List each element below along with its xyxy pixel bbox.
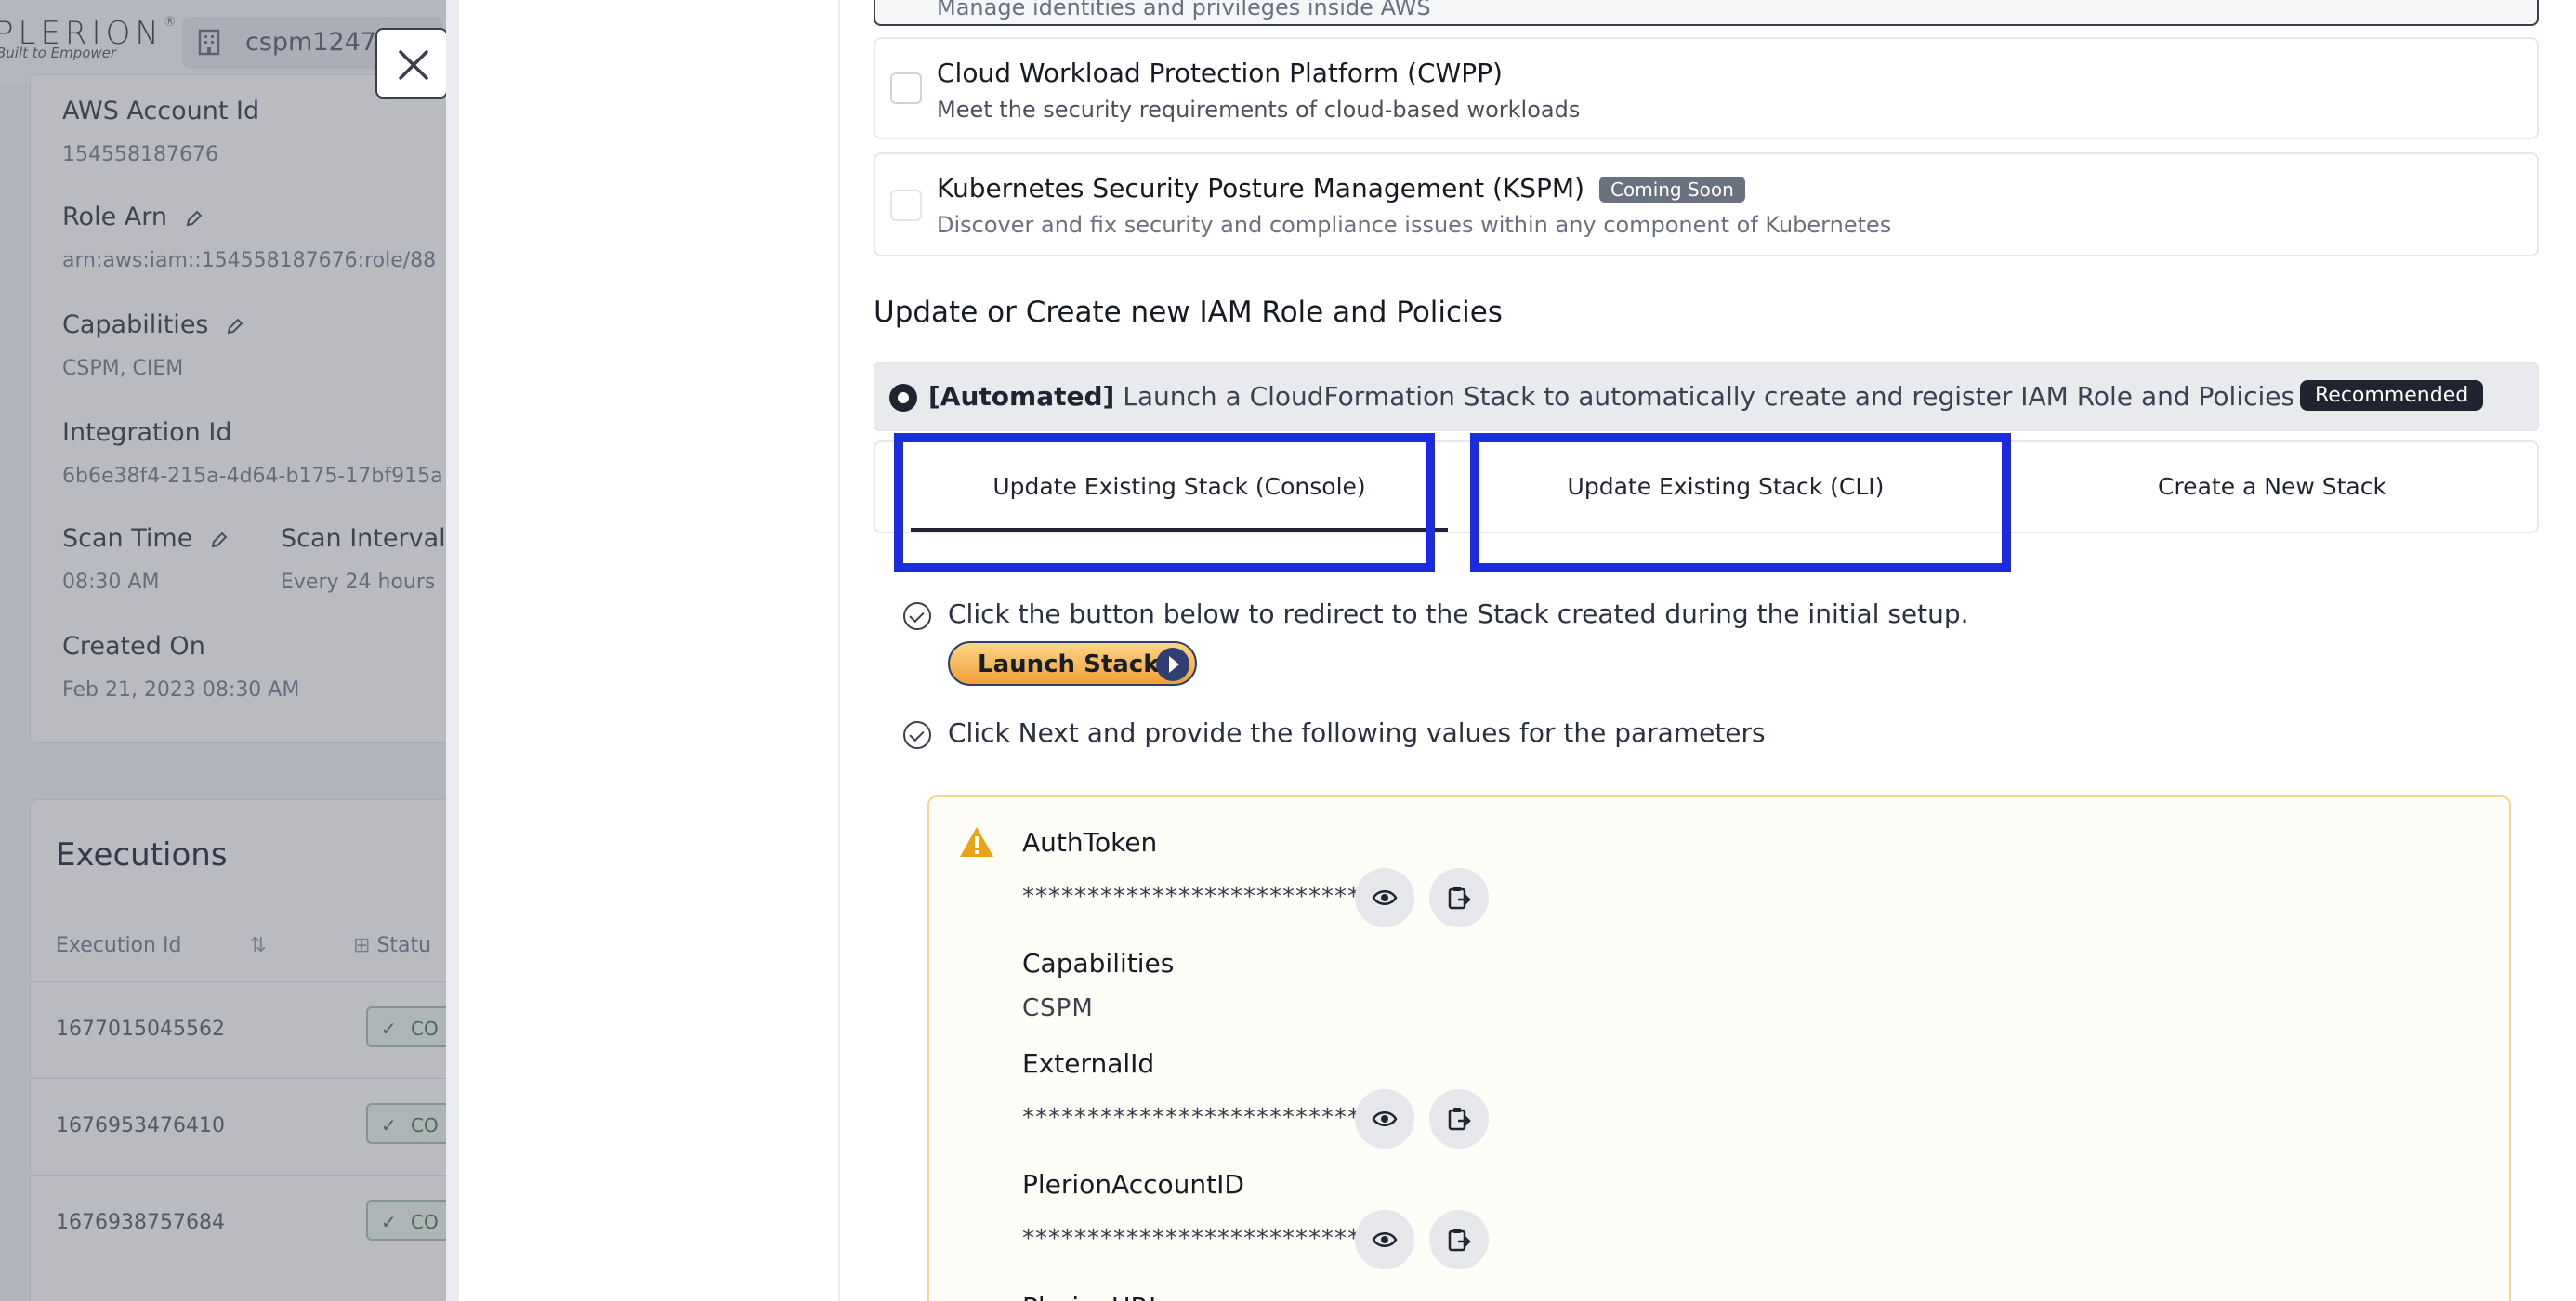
- param-value: **************************: [1022, 1225, 1360, 1253]
- close-drawer-button[interactable]: [375, 28, 448, 99]
- tab-update-console[interactable]: Update Existing Stack (Console): [911, 442, 1448, 532]
- copy-value-button[interactable]: [1429, 868, 1489, 927]
- kspm-checkbox[interactable]: [890, 190, 922, 221]
- capability-description: Meet the security requirements of cloud-…: [937, 97, 1581, 123]
- active-tab-indicator: [911, 528, 1448, 532]
- param-value: **************************: [1022, 1104, 1360, 1132]
- modal-backdrop[interactable]: [0, 0, 446, 1301]
- copy-value-button[interactable]: [1429, 1089, 1489, 1149]
- show-value-button[interactable]: [1355, 868, 1414, 927]
- automated-radio[interactable]: [889, 384, 917, 412]
- param-name: PlerionURL: [1022, 1292, 1163, 1301]
- eye-icon: [1372, 1232, 1398, 1247]
- capability-option-ciem[interactable]: Manage identities and privileges inside …: [874, 0, 2539, 26]
- step-text: Click Next and provide the following val…: [948, 717, 1766, 748]
- close-icon: [399, 50, 428, 80]
- step-text: Click the button below to redirect to th…: [948, 598, 1969, 629]
- copy-value-button[interactable]: [1429, 1210, 1489, 1269]
- show-value-button[interactable]: [1355, 1210, 1414, 1269]
- clipboard-icon: [1448, 1108, 1471, 1131]
- param-name: AuthToken: [1022, 827, 1158, 858]
- capability-title: Kubernetes Security Posture Management (…: [937, 173, 1745, 204]
- eye-icon: [1372, 890, 1398, 905]
- warning-icon: [960, 827, 993, 857]
- drawer-divider: [838, 0, 840, 1301]
- tab-update-cli[interactable]: Update Existing Stack (CLI): [1457, 442, 1994, 532]
- eye-icon: [1372, 1111, 1398, 1126]
- cwpp-checkbox[interactable]: [890, 72, 922, 104]
- param-name: ExternalId: [1022, 1048, 1155, 1079]
- section-title: Update or Create new IAM Role and Polici…: [874, 296, 1503, 329]
- show-value-button[interactable]: [1355, 1089, 1414, 1149]
- coming-soon-badge: Coming Soon: [1599, 177, 1745, 203]
- capability-option-kspm[interactable]: Kubernetes Security Posture Management (…: [874, 152, 2539, 256]
- param-value: CSPM: [1022, 994, 1094, 1022]
- capability-title: Cloud Workload Protection Platform (CWPP…: [937, 58, 1503, 88]
- check-circle-icon: [903, 721, 931, 749]
- tab-create-new[interactable]: Create a New Stack: [2004, 442, 2541, 532]
- automated-option[interactable]: [Automated] Launch a CloudFormation Stac…: [874, 362, 2539, 431]
- automated-text: [Automated] Launch a CloudFormation Stac…: [928, 381, 2421, 412]
- param-name: Capabilities: [1022, 948, 1175, 979]
- stack-tabs: Update Existing Stack (Console) Update E…: [874, 440, 2539, 533]
- clipboard-icon: [1448, 1229, 1471, 1252]
- capability-description: Manage identities and privileges inside …: [937, 0, 1431, 20]
- clipboard-icon: [1448, 887, 1471, 910]
- capability-description: Discover and fix security and compliance…: [937, 212, 1892, 238]
- param-value: **************************: [1022, 883, 1360, 911]
- capability-option-cwpp[interactable]: Cloud Workload Protection Platform (CWPP…: [874, 37, 2539, 139]
- param-name: PlerionAccountID: [1022, 1169, 1244, 1200]
- check-circle-icon: [903, 602, 931, 630]
- play-icon: [1156, 648, 1189, 681]
- launch-stack-label: Launch Stack: [978, 650, 1160, 678]
- recommended-badge: Recommended: [2300, 380, 2484, 411]
- parameters-panel: AuthToken ************************** Cap…: [927, 795, 2511, 1301]
- launch-stack-button[interactable]: Launch Stack: [948, 641, 1197, 686]
